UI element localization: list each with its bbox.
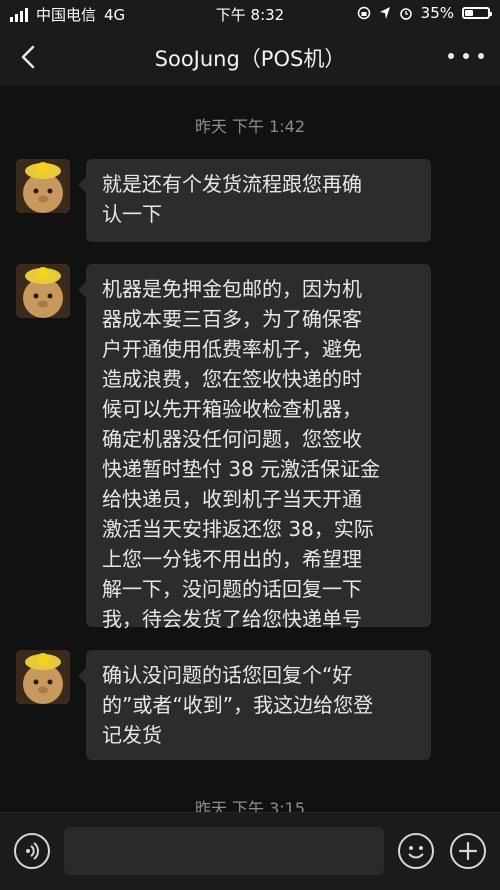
avatar-image bbox=[16, 264, 70, 318]
avatar-image bbox=[16, 650, 70, 704]
nav-bar: SooJung（POS机） bbox=[0, 28, 500, 87]
status-bar: 中国电信 4G 下午 8:32 35% bbox=[0, 0, 500, 28]
avatar[interactable] bbox=[16, 650, 70, 704]
battery-fill bbox=[465, 10, 474, 16]
status-right: 35% bbox=[357, 4, 492, 22]
chat-title: SooJung（POS机） bbox=[154, 47, 346, 71]
voice-icon[interactable] bbox=[14, 833, 50, 869]
timestamp: 昨天 下午 1:42 bbox=[194, 117, 306, 136]
message-bubble[interactable]: 确认没问题的话您回复个“好 的”或者“收到”，我这边给您登 记发货 bbox=[78, 650, 431, 760]
more-dots-icon[interactable] bbox=[448, 44, 484, 68]
location-icon bbox=[379, 7, 390, 19]
chat-area[interactable]: 昨天 下午 1:42 就是还有个发货流程跟您再确 认一下 机器是免押金包邮的，因… bbox=[0, 87, 500, 812]
battery-percent: 35% bbox=[420, 4, 454, 22]
message-input[interactable] bbox=[64, 827, 384, 875]
battery-icon bbox=[462, 7, 492, 19]
timestamp: 昨天 下午 3:15 bbox=[194, 799, 306, 812]
avatar-image bbox=[16, 159, 70, 213]
plus-icon[interactable] bbox=[450, 833, 486, 869]
avatar[interactable] bbox=[16, 159, 70, 213]
message-bubble[interactable]: 就是还有个发货流程跟您再确 认一下 bbox=[78, 159, 431, 242]
message-bubble[interactable]: 机器是免押金包邮的，因为机 器成本要三百多，为了确保客 户开通使用低费率机子，避… bbox=[78, 264, 431, 631]
alarm-icon bbox=[399, 8, 412, 20]
rotation-lock-icon bbox=[357, 6, 370, 20]
input-bar bbox=[0, 812, 500, 890]
emoji-icon[interactable] bbox=[398, 833, 434, 869]
avatar[interactable] bbox=[16, 264, 70, 318]
